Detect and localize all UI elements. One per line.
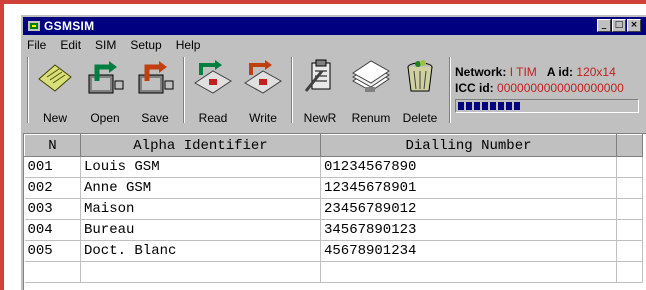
menu-edit[interactable]: Edit [58,37,83,55]
network-row: Network: I TIM A id: 120x14 [455,65,616,79]
icc-value: 0000000000000000000 [497,81,624,95]
save-label: Save [141,111,169,125]
progress-block [498,102,504,110]
read-label: Read [198,111,228,125]
save-file-icon [138,61,174,94]
alpha-identifier[interactable]: Louis GSM [80,156,321,178]
empty-cell [616,240,643,262]
save-button[interactable]: Save [131,55,179,125]
app-window: GSMSIM _ □ × File Edit SIM Setup Help Ne… [20,14,646,290]
row-number[interactable]: 001 [24,156,81,178]
renum-label: Renum [351,111,391,125]
menu-sim[interactable]: SIM [93,37,118,55]
menu-help[interactable]: Help [174,37,203,55]
dialling-number[interactable]: 12345678901 [320,177,617,199]
empty-cell [80,261,321,283]
network-value: I TIM [509,65,537,79]
empty-cell [616,219,643,241]
toolbar-separator [183,57,185,123]
progress-block [458,102,464,110]
alpha-identifier[interactable]: Maison [80,198,321,220]
progress-block [490,102,496,110]
read-button[interactable]: Read [189,55,237,125]
icc-row: ICC id: 0000000000000000000 [455,81,624,95]
table-row-empty[interactable] [24,261,643,283]
dialling-number[interactable]: 23456789012 [320,198,617,220]
dialling-number[interactable]: 01234567890 [320,156,617,178]
empty-cell [616,261,643,283]
delete-button[interactable]: Delete [397,55,443,125]
read-sim-icon [194,60,232,94]
table-row[interactable]: 005 Doct. Blanc 45678901234 [24,240,643,262]
newr-button[interactable]: NewR [297,55,343,125]
window-title: GSMSIM [44,19,95,33]
progress-block [482,102,488,110]
new-document-icon [38,64,72,92]
newr-label: NewR [303,111,337,125]
progress-block [474,102,480,110]
progress-bar [455,99,639,113]
row-number[interactable]: 005 [24,240,81,262]
table-row[interactable]: 002 Anne GSM 12345678901 [24,177,643,199]
open-label: Open [90,111,120,125]
empty-cell [616,156,643,178]
open-file-icon [88,61,124,94]
empty-cell [24,261,81,283]
row-number[interactable]: 002 [24,177,81,199]
table-row[interactable]: 004 Bureau 34567890123 [24,219,643,241]
alpha-identifier[interactable]: Bureau [80,219,321,241]
renum-button[interactable]: Renum [347,55,395,125]
new-record-icon [304,59,331,92]
progress-block [514,102,520,110]
dialling-number[interactable]: 45678901234 [320,240,617,262]
table-header-row: N Alpha Identifier Dialling Number [24,134,643,157]
progress-block [466,102,472,110]
table-row[interactable]: 001 Louis GSM 01234567890 [24,156,643,178]
title-bar[interactable]: GSMSIM _ □ × [23,17,646,35]
row-number[interactable]: 003 [24,198,81,220]
aid-label: A id: [546,65,574,79]
alpha-identifier[interactable]: Anne GSM [80,177,321,199]
dialling-number[interactable]: 34567890123 [320,219,617,241]
empty-cell [616,177,643,199]
row-number[interactable]: 004 [24,219,81,241]
new-label: New [42,111,67,125]
write-sim-icon [244,60,282,94]
delete-label: Delete [402,111,438,125]
app-icon [27,19,41,33]
renumber-icon [352,60,390,92]
menu-setup[interactable]: Setup [128,37,163,55]
table-row[interactable]: 003 Maison 23456789012 [24,198,643,220]
column-header-dialling[interactable]: Dialling Number [320,134,617,157]
sim-status-panel: Network: I TIM A id: 120x14 ICC id: 0000… [453,59,641,123]
write-button[interactable]: Write [239,55,287,125]
column-header-extra [616,134,643,157]
alpha-identifier[interactable]: Doct. Blanc [80,240,321,262]
menu-bar: File Edit SIM Setup Help [25,37,202,55]
icc-label: ICC id: [455,81,494,95]
network-label: Network: [455,65,507,79]
toolbar-separator [291,57,293,123]
toolbar-separator [27,57,29,123]
empty-cell [320,261,617,283]
progress-block [506,102,512,110]
empty-cell [616,198,643,220]
menu-file[interactable]: File [25,37,48,55]
maximize-icon[interactable]: □ [612,19,626,32]
trash-icon [407,60,433,92]
write-label: Write [249,111,277,125]
toolbar-separator [449,57,451,123]
column-header-alpha[interactable]: Alpha Identifier [80,134,321,157]
close-icon[interactable]: × [627,19,641,32]
aid-value: 120x14 [576,65,616,79]
open-button[interactable]: Open [81,55,129,125]
phonebook-table: N Alpha Identifier Dialling Number 001 Lo… [23,133,646,290]
new-button[interactable]: New [33,55,77,125]
column-header-n[interactable]: N [24,134,81,157]
minimize-icon[interactable]: _ [597,19,611,32]
